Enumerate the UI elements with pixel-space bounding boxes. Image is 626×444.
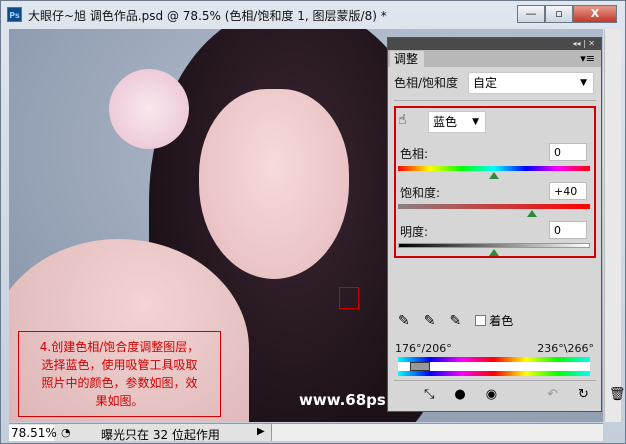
range-left-readout: 176°/206° [395,342,452,355]
photoshop-icon: Ps [7,7,22,22]
hue-slider-thumb[interactable] [489,172,499,179]
status-message: 曝光只在 32 位起作用 [101,428,220,442]
hue-slider[interactable] [398,166,590,171]
visibility-mask-icon[interactable]: ● [454,387,465,402]
status-menu-arrow-icon[interactable]: ▶ [257,426,265,437]
status-bar: 78.51% ◔ 曝光只在 32 位起作用 ▶ [9,423,603,442]
chevron-down-icon: ▼ [472,117,479,127]
title-bar: Ps 大眼仔~旭 调色作品.psd @ 78.5% (色相/饱和度 1, 图层蒙… [1,1,625,29]
panel-menu-icon[interactable]: ▾≡ [580,52,595,65]
horizontal-scrollbar[interactable] [271,424,603,441]
eyedropper-minus-icon[interactable]: ✎ [449,313,461,329]
targeted-adjust-hand-icon[interactable]: ☝ [398,112,407,128]
trash-icon[interactable]: 🗑 [609,387,626,402]
adjustment-type-label: 色相/饱和度 [394,76,459,90]
clip-to-layer-icon[interactable]: ⤡ [424,387,434,402]
annotation-line: 果如图。 [95,394,144,408]
lightness-slider[interactable] [398,243,590,248]
annotation-box: 4.创建色相/饱合度调整图层， 选择蓝色，使用吸管工具吸取 照片中的颜色，参数如… [18,331,221,417]
annotation-line: 照片中的颜色，参数如图，效 [41,376,198,390]
lightness-input[interactable]: 0 [549,221,587,239]
maximize-button[interactable]: ▫ [545,5,573,23]
saturation-slider-thumb[interactable] [527,210,538,217]
lightness-label: 明度: [400,225,429,239]
chevron-down-icon: ▼ [580,78,587,88]
tab-adjustments[interactable]: 调整 [390,51,424,67]
document-window: Ps 大眼仔~旭 调色作品.psd @ 78.5% (色相/饱和度 1, 图层蒙… [0,0,626,444]
annotation-line: 选择蓝色，使用吸管工具吸取 [41,358,198,372]
color-range-bar-bottom [398,371,590,376]
reset-icon[interactable]: ↻ [578,387,589,402]
colorize-checkbox[interactable] [475,315,487,326]
annotation-line: 4.创建色相/饱合度调整图层， [39,340,200,354]
status-info-icon[interactable]: ◔ [61,426,71,439]
close-button[interactable]: X [573,5,617,23]
channel-value: 蓝色 [433,115,458,129]
hue-input[interactable]: 0 [549,143,587,161]
preset-value: 自定 [473,76,498,90]
color-range-slider[interactable] [398,362,590,371]
lightness-slider-thumb[interactable] [489,249,499,256]
eye-icon[interactable]: ◉ [486,387,497,402]
window-title: 大眼仔~旭 调色作品.psd @ 78.5% (色相/饱和度 1, 图层蒙版/8… [28,9,387,23]
adjustments-panel: ◂◂ | ✕ 调整 ▾≡ 色相/饱和度 自定 ▼ ☝ 蓝色 ▼ 色相: 0 饱和度:… [387,37,625,412]
photo-face [199,89,349,279]
channel-select[interactable]: 蓝色 ▼ [428,111,486,133]
saturation-input[interactable]: +40 [549,182,587,200]
eyedropper-plus-icon[interactable]: ✎ [424,313,436,329]
vertical-scrollbar[interactable] [604,29,621,422]
photo-flower [109,69,189,149]
previous-state-icon[interactable]: ↶ [547,387,558,402]
sample-marker [339,287,359,309]
minimize-button[interactable]: — [517,5,545,23]
hue-label: 色相: [400,147,429,161]
preset-select[interactable]: 自定 ▼ [468,72,594,94]
zoom-level[interactable]: 78.51% [9,425,57,441]
saturation-label: 饱和度: [400,186,441,200]
eyedropper-icon[interactable]: ✎ [398,313,410,329]
saturation-slider[interactable] [398,204,590,209]
colorize-label: 着色 [489,314,514,328]
range-handle[interactable] [410,362,430,371]
range-right-readout: 236°\266° [537,342,594,355]
panel-header[interactable]: ◂◂ | ✕ [388,38,601,50]
